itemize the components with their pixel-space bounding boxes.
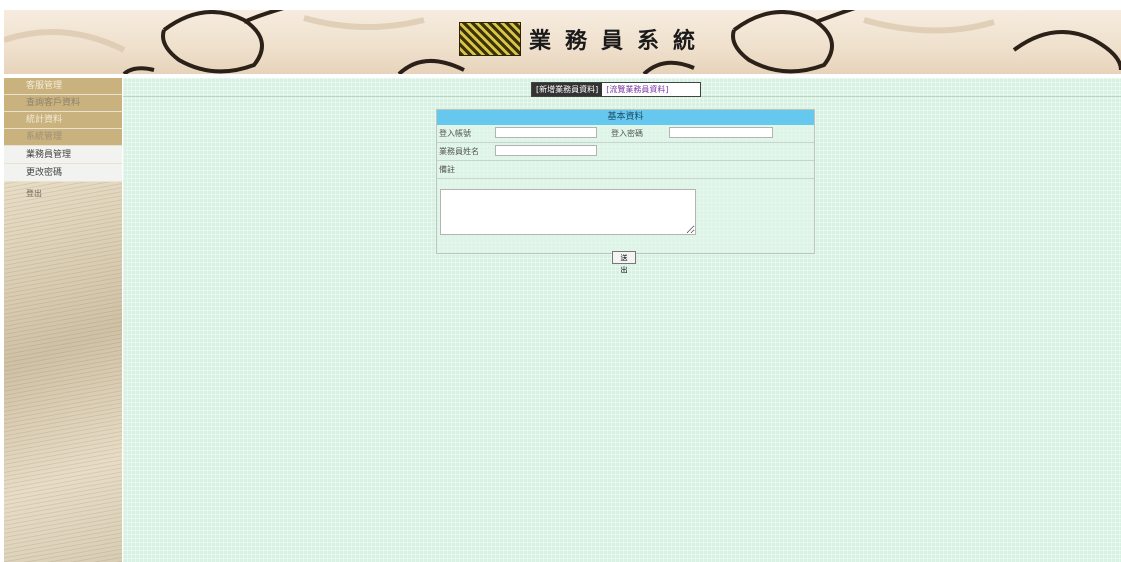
remark-textarea[interactable] [440,189,696,235]
form-row-account: 登入帳號 登入密碼 [437,125,814,143]
sidebar-item-system-management[interactable]: 系統管理 [4,129,122,146]
basic-info-form: 基本資料 登入帳號 登入密碼 業務員姓名 備註 [436,109,815,254]
submit-button[interactable]: 送出 [612,251,636,274]
name-label: 業務員姓名 [439,147,479,156]
login-password-input[interactable] [669,127,773,138]
form-row-remark-label: 備註 [437,161,814,179]
app-logo: 業務員系統 [459,22,709,56]
remark-label: 備註 [439,165,455,174]
name-input[interactable] [495,145,597,156]
form-row-remark [437,179,814,255]
nh-logo-icon [459,22,521,56]
sidebar-item-salesperson-management[interactable]: 業務員管理 [4,146,122,164]
sidebar-item-change-password[interactable]: 更改密碼 [4,164,122,182]
sidebar-item-query-customer[interactable]: 查詢客戶資料 [4,95,122,112]
tab-bar: [新增業務員資料] [流覽業務員資料] [531,82,702,97]
sidebar: 客服管理 查詢客戶資料 統計資料 系統管理 業務員管理 更改密碼 登出 [4,78,122,562]
sidebar-item-statistics[interactable]: 統計資料 [4,112,122,129]
login-account-input[interactable] [495,127,597,138]
app-title: 業務員系統 [529,28,710,54]
logout-link[interactable]: 登出 [4,188,122,199]
tab-add-salesperson[interactable]: [新增業務員資料] [532,83,603,96]
login-password-label: 登入密碼 [611,129,643,138]
tab-browse-salesperson[interactable]: [流覽業務員資料] [602,83,700,96]
main-content: [新增業務員資料] [流覽業務員資料] 基本資料 登入帳號 登入密碼 業務員姓名… [123,78,1121,562]
sidebar-item-customer-service[interactable]: 客服管理 [4,78,122,95]
header-banner: 業務員系統 [4,10,1121,74]
login-account-label: 登入帳號 [439,129,471,138]
form-row-name: 業務員姓名 [437,143,814,161]
form-header: 基本資料 [437,110,814,125]
